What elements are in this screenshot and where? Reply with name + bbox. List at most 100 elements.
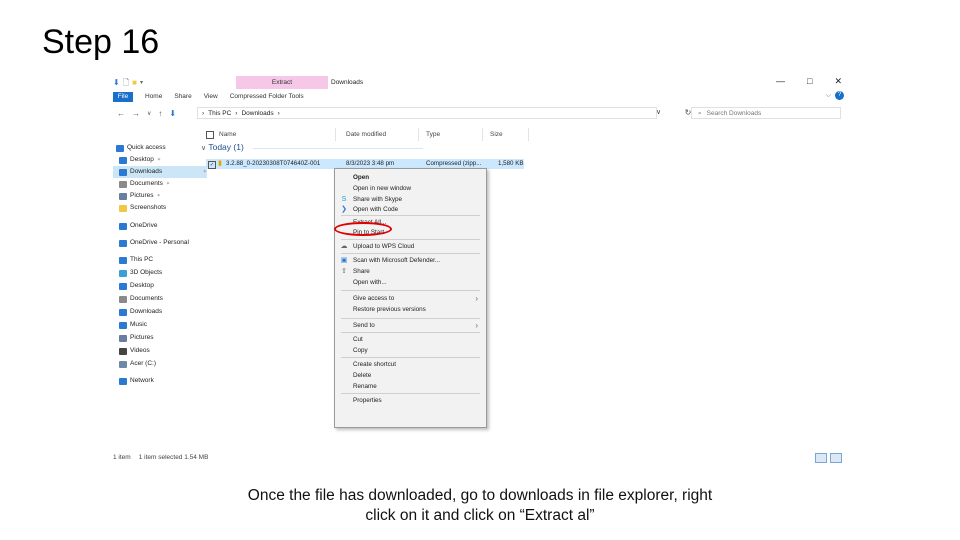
extract-contextual-tab[interactable]: Extract: [236, 76, 328, 89]
tab-compressed-folder-tools[interactable]: Compressed Folder Tools: [224, 92, 310, 102]
column-header-date-modified[interactable]: Date modified: [346, 130, 386, 140]
up-arrow-icon[interactable]: ↑: [158, 109, 162, 118]
details-view-icon[interactable]: [815, 453, 827, 463]
column-divider[interactable]: [482, 128, 483, 141]
sidebar-item-desktop[interactable]: Desktop ✶: [113, 154, 161, 166]
defender-icon: ▣: [340, 257, 348, 264]
tab-file[interactable]: File: [113, 91, 133, 102]
sidebar-item-label: 3D Objects: [130, 269, 163, 276]
music-icon: [119, 321, 127, 329]
menu-item-open-with[interactable]: Open with...: [353, 278, 387, 288]
breadcrumb-separator[interactable]: ›: [235, 108, 237, 118]
pin-icon[interactable]: ✶: [156, 190, 160, 202]
close-button[interactable]: ✕: [834, 76, 842, 87]
menu-item-send-to[interactable]: Send to: [353, 321, 375, 331]
sidebar-item-label: Documents: [130, 180, 163, 187]
back-arrow-icon[interactable]: ←: [117, 109, 125, 118]
sidebar-item-3d-objects[interactable]: 3D Objects: [113, 267, 162, 279]
sidebar-item-documents[interactable]: Documents: [113, 293, 163, 305]
menu-item-open-in-new-window[interactable]: Open in new window: [353, 184, 411, 194]
sidebar-item-acer-c[interactable]: Acer (C:): [113, 358, 156, 370]
menu-separator: [341, 357, 480, 358]
sidebar-item-downloads[interactable]: Downloads: [113, 306, 162, 318]
menu-item-create-shortcut[interactable]: Create shortcut: [353, 360, 396, 370]
menu-separator: [341, 215, 480, 216]
cloud-outline-icon: ☁: [340, 243, 348, 250]
desktop-icon: [119, 282, 127, 290]
search-icon: ⌕: [698, 110, 702, 117]
download-arrow-icon[interactable]: ⬇: [113, 78, 120, 88]
address-bar[interactable]: › This PC › Downloads ›: [197, 107, 657, 119]
menu-item-rename[interactable]: Rename: [353, 382, 377, 392]
sidebar-item-music[interactable]: Music: [113, 319, 147, 331]
tab-view[interactable]: View: [198, 92, 224, 102]
sidebar-item-quick-access[interactable]: Quick access: [113, 142, 166, 154]
sidebar-item-screenshots[interactable]: Screenshots: [113, 202, 166, 214]
menu-item-open[interactable]: Open: [353, 173, 369, 183]
pin-icon[interactable]: ✶: [166, 178, 170, 190]
drive-icon: [119, 360, 127, 368]
menu-item-share-with-skype[interactable]: Share with Skype: [353, 195, 402, 205]
collapse-chevron-icon[interactable]: ∨: [201, 145, 206, 152]
menu-item-share[interactable]: Share: [353, 267, 370, 277]
menu-item-cut[interactable]: Cut: [353, 335, 363, 345]
select-all-checkbox[interactable]: [206, 131, 214, 139]
sidebar-item-label: OneDrive - Personal: [130, 239, 189, 246]
group-header[interactable]: ∨ Today (1): [201, 142, 244, 152]
recent-locations-icon[interactable]: ∨: [147, 110, 151, 117]
sidebar-item-downloads[interactable]: Downloads ✶: [113, 166, 207, 178]
sidebar-item-this-pc[interactable]: This PC: [113, 254, 153, 266]
sidebar-item-pictures[interactable]: Pictures: [113, 332, 153, 344]
sidebar-item-label: OneDrive: [130, 222, 158, 229]
tab-home[interactable]: Home: [139, 92, 168, 102]
menu-item-give-access-to[interactable]: Give access to: [353, 294, 394, 304]
maximize-button[interactable]: □: [807, 76, 812, 87]
search-input[interactable]: ⌕ Search Downloads: [691, 107, 841, 119]
menu-item-open-with-code[interactable]: Open with Code: [353, 205, 398, 215]
menu-item-upload-to-wps-cloud[interactable]: Upload to WPS Cloud: [353, 242, 414, 252]
sidebar-item-desktop[interactable]: Desktop: [113, 280, 154, 292]
documents-icon: [119, 180, 127, 188]
column-divider[interactable]: [335, 128, 336, 141]
menu-item-delete[interactable]: Delete: [353, 371, 371, 381]
large-icons-view-icon[interactable]: [830, 453, 842, 463]
column-header-type[interactable]: Type: [426, 130, 440, 140]
menu-item-copy[interactable]: Copy: [353, 346, 368, 356]
column-header-name[interactable]: Name: [219, 130, 236, 140]
folder-icon[interactable]: ■: [132, 78, 137, 88]
customize-toolbar-icon[interactable]: ▾: [140, 78, 143, 88]
desktop-icon: [119, 156, 127, 164]
forward-arrow-icon[interactable]: →: [132, 109, 140, 118]
help-icon[interactable]: ?: [835, 91, 844, 100]
group-divider: [253, 148, 423, 149]
sidebar-item-pictures[interactable]: Pictures ✶: [113, 190, 161, 202]
navigation-buttons: ← → ∨ ↑ ⬇: [117, 109, 176, 118]
column-header-size[interactable]: Size: [490, 130, 503, 140]
star-icon: [116, 144, 124, 152]
menu-item-properties[interactable]: Properties: [353, 396, 382, 406]
column-divider[interactable]: [528, 128, 529, 141]
sidebar-item-network[interactable]: Network: [113, 375, 154, 387]
menu-item-restore-previous-versions[interactable]: Restore previous versions: [353, 305, 426, 315]
file-name: 3.2.88_0-20230308T074640Z-001: [226, 160, 321, 167]
breadcrumb-separator[interactable]: ›: [278, 108, 280, 118]
sidebar-item-label: Music: [130, 321, 147, 328]
breadcrumb-this-pc[interactable]: This PC: [208, 108, 231, 118]
download-arrow-icon: ⬇: [169, 109, 177, 118]
tab-share[interactable]: Share: [168, 92, 197, 102]
menu-item-scan-with-microsoft-defender[interactable]: Scan with Microsoft Defender...: [353, 256, 440, 266]
minimize-button[interactable]: —: [776, 76, 785, 87]
sidebar-item-onedrive-personal[interactable]: OneDrive - Personal: [113, 237, 189, 249]
sidebar-item-videos[interactable]: Videos: [113, 345, 150, 357]
address-dropdown-icon[interactable]: ∨: [656, 107, 661, 119]
sidebar-item-documents[interactable]: Documents ✶: [113, 178, 170, 190]
skype-icon: S: [341, 196, 347, 203]
sidebar-item-onedrive[interactable]: OneDrive: [113, 220, 157, 232]
breadcrumb-downloads[interactable]: Downloads: [241, 108, 273, 118]
column-divider[interactable]: [418, 128, 419, 141]
expand-ribbon-icon[interactable]: ⌵: [826, 92, 831, 100]
row-checkbox[interactable]: ✓: [208, 161, 216, 169]
properties-icon[interactable]: 🗋: [123, 78, 129, 88]
pin-icon[interactable]: ✶: [157, 154, 161, 166]
sidebar-item-label: Desktop: [130, 282, 154, 289]
